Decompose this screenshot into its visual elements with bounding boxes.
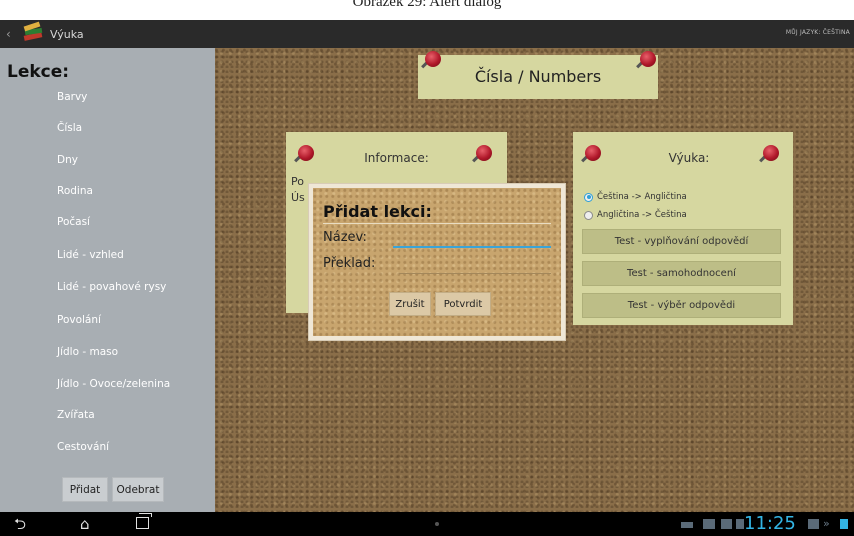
battery-dock-icon: [808, 519, 819, 529]
pushpin-icon: [634, 49, 658, 73]
sidebar-title: Lekce:: [7, 62, 70, 82]
cancel-button[interactable]: Zrušit: [389, 292, 431, 316]
signal-icon: »: [823, 517, 830, 530]
lesson-item[interactable]: Čísla: [57, 122, 82, 134]
system-navigation-bar: ⮌ ⌂ 11:25 »: [0, 512, 854, 536]
pushpin-icon: [470, 143, 494, 167]
lesson-title-note: Čísla / Numbers: [418, 51, 658, 99]
lesson-sidebar: Lekce: Barvy Čísla Dny Rodina Počasí Lid…: [0, 48, 215, 512]
status-clock: 11:25: [744, 513, 796, 534]
radio-unselected-icon[interactable]: [584, 210, 593, 220]
dialog-title: Přidat lekci:: [323, 202, 432, 221]
download-icon: [703, 519, 715, 529]
language-menu[interactable]: MŮJ JAZYK: ČEŠTINA: [786, 29, 850, 36]
back-icon[interactable]: ⮌: [14, 514, 26, 534]
info-text-line: Ús: [291, 191, 305, 204]
practice-note: Výuka: Čeština -> Angličtina Angličtina …: [573, 132, 793, 325]
up-caret-icon[interactable]: ‹: [6, 27, 20, 41]
books-icon[interactable]: [22, 21, 44, 44]
lesson-item[interactable]: Lidé - vzhled: [57, 249, 124, 261]
usb-icon: [736, 519, 744, 529]
name-label: Název:: [323, 230, 367, 245]
translation-input[interactable]: [399, 260, 551, 274]
lesson-item[interactable]: Počasí: [57, 216, 90, 228]
add-lesson-button[interactable]: Přidat: [62, 477, 108, 502]
confirm-button[interactable]: Potvrdit: [435, 292, 491, 316]
translation-label: Překlad:: [323, 256, 376, 271]
lesson-title: Čísla / Numbers: [474, 67, 602, 86]
lesson-item[interactable]: Jídlo - maso: [57, 346, 118, 358]
app-title[interactable]: Výuka: [50, 28, 84, 41]
lesson-item[interactable]: Dny: [57, 154, 78, 166]
action-bar: ‹ Výuka MŮJ JAZYK: ČEŠTINA: [0, 20, 854, 48]
remove-lesson-button[interactable]: Odebrat: [112, 477, 164, 502]
pushpin-icon: [757, 143, 781, 167]
lesson-item[interactable]: Zvířata: [57, 409, 95, 421]
lesson-item[interactable]: Rodina: [57, 185, 93, 197]
radio-selected-icon[interactable]: [584, 192, 593, 202]
figure-caption: Obrázek 29: Alert dialog: [352, 0, 502, 10]
nav-indicator-dot: [435, 522, 439, 526]
name-input[interactable]: [393, 234, 551, 248]
lesson-item[interactable]: Cestování: [57, 441, 109, 453]
keyboard-icon: [681, 522, 693, 528]
lesson-item[interactable]: Jídlo - Ovoce/zelenina: [57, 378, 170, 390]
screenshot-icon: [721, 519, 732, 529]
lesson-item[interactable]: Lidé - povahové rysy: [57, 281, 166, 293]
info-text-line: Po: [291, 175, 304, 188]
recent-apps-icon[interactable]: [136, 513, 152, 529]
direction-radio-en-cz[interactable]: Angličtina -> Čeština: [584, 210, 687, 220]
test-fill-answers-button[interactable]: Test - vyplňování odpovědí: [582, 229, 781, 254]
lesson-item[interactable]: Barvy: [57, 91, 87, 103]
battery-icon: [840, 519, 848, 529]
home-icon[interactable]: ⌂: [80, 514, 90, 534]
test-multiple-choice-button[interactable]: Test - výběr odpovědi: [582, 293, 781, 318]
test-self-assessment-button[interactable]: Test - samohodnocení: [582, 261, 781, 286]
add-lesson-dialog: Přidat lekci: Název: Překlad: Zrušit Pot…: [309, 184, 565, 340]
direction-radio-cz-en[interactable]: Čeština -> Angličtina: [584, 192, 687, 202]
dialog-divider: [323, 223, 551, 224]
lesson-item[interactable]: Povolání: [57, 314, 101, 326]
